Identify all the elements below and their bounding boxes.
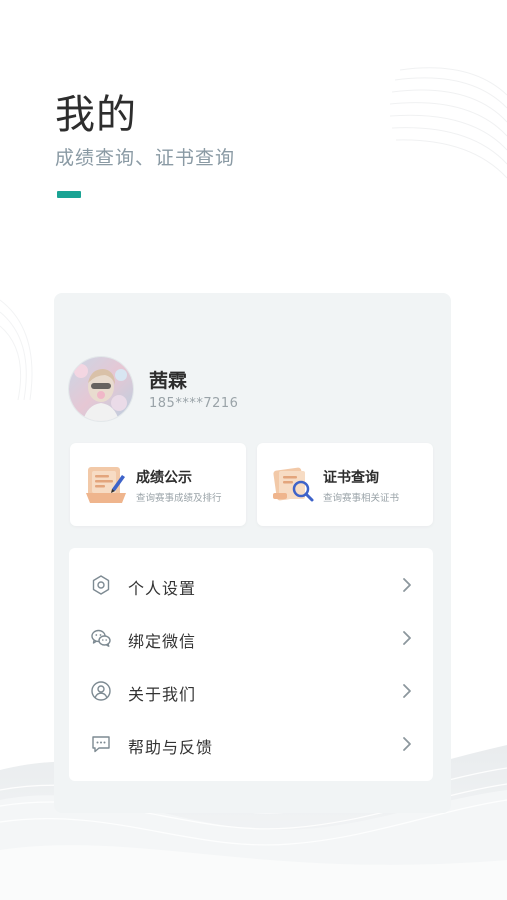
title-accent-bar [57,191,81,198]
chevron-right-icon [403,737,411,751]
chevron-right-icon [403,578,411,592]
menu-item-bind-wechat[interactable]: 绑定微信 [69,613,433,666]
chevron-right-icon [403,684,411,698]
menu-label-bind-wechat: 绑定微信 [128,632,197,651]
certificate-query-card[interactable]: 证书查询 查询赛事相关证书 [257,443,433,526]
menu-label-help-feedback: 帮助与反馈 [128,738,214,757]
chat-bubble-icon [92,736,110,753]
user-circle-icon [91,681,111,701]
settings-icon [92,575,110,595]
certificate-query-title: 证书查询 [323,470,379,486]
chevron-right-icon [403,631,411,645]
score-board-icon [86,467,126,503]
score-announcement-title: 成绩公示 [136,470,192,486]
user-name: 茜霖 [149,370,188,392]
wechat-icon [91,629,111,647]
menu-item-help-feedback[interactable]: 帮助与反馈 [69,719,433,772]
score-announcement-subtitle: 查询赛事成绩及排行 [136,493,222,504]
avatar-image [69,357,133,421]
certificate-query-subtitle: 查询赛事相关证书 [323,493,400,504]
menu-label-about-us: 关于我们 [128,685,197,704]
avatar[interactable] [69,357,133,421]
menu-item-about-us[interactable]: 关于我们 [69,666,433,719]
score-announcement-card[interactable]: 成绩公示 查询赛事成绩及排行 [70,443,246,526]
user-phone: 185****7216 [149,396,239,411]
certificate-search-icon [273,467,314,502]
menu-item-personal-settings[interactable]: 个人设置 [69,560,433,613]
page-subtitle: 成绩查询、证书查询 [55,147,236,169]
menu-label-personal-settings: 个人设置 [128,579,197,598]
settings-menu: 个人设置 绑定微信 关于我们 帮助与反馈 [69,548,433,781]
page-title: 我的 [55,92,137,138]
